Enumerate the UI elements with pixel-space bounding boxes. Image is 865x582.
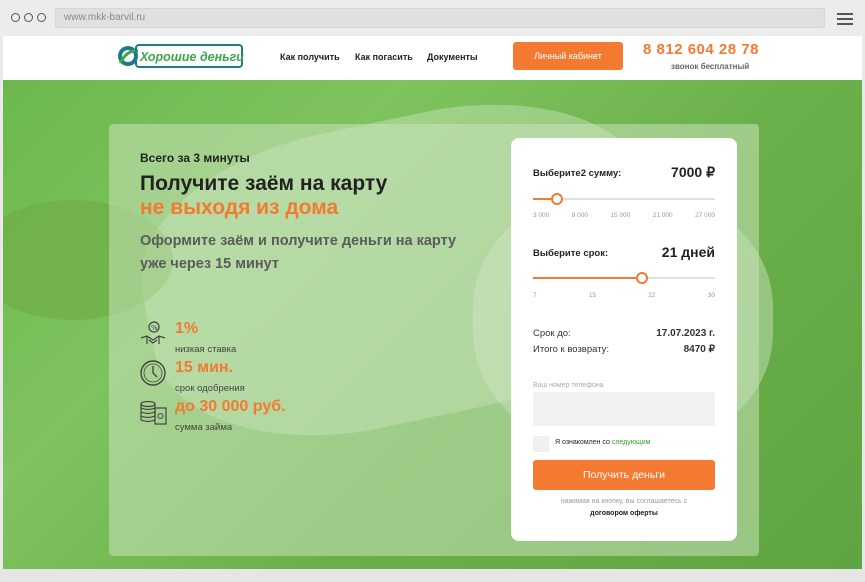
term-slider-fill (533, 277, 643, 279)
browser-bottom-bar (0, 569, 865, 582)
feature-label: сумма займа (175, 422, 233, 433)
consent-text: Я ознакомлен со (555, 439, 610, 446)
term-label: Выберите срок: (533, 248, 609, 259)
web-page: Хорошие деньги Как получить Как погасить… (3, 36, 862, 569)
address-bar[interactable]: www.mkk-barvil.ru (55, 8, 825, 28)
nav-how-to-get[interactable]: Как получить (280, 52, 340, 62)
phone-field-label: Ваш номер телефона (533, 382, 604, 389)
return-label: Итого к возврату: (533, 344, 610, 355)
feature-label: срок одобрения (175, 383, 245, 394)
term-slider[interactable] (533, 272, 715, 284)
personal-cabinet-button[interactable]: Личный кабинет (513, 42, 623, 70)
phone-note: звонок бесплатный (671, 62, 750, 71)
amount-value: 7000 ₽ (671, 164, 715, 180)
tick-label: 22 (648, 292, 656, 299)
money-stack-icon (140, 400, 167, 425)
amount-slider[interactable] (533, 193, 715, 205)
svg-text:Хорошие деньги: Хорошие деньги (139, 50, 244, 64)
feature-label: низкая ставка (175, 344, 237, 355)
hamburger-menu-icon[interactable] (837, 13, 853, 28)
feature-value: 1% (175, 320, 199, 337)
amount-ticks: 3 000 9 000 15 000 21 000 27 000 (533, 212, 715, 219)
nav-documents[interactable]: Документы (427, 52, 478, 62)
due-date-label: Срок до: (533, 328, 571, 339)
hero-subtitle: Всего за 3 минуты (140, 151, 250, 165)
nav-how-to-repay[interactable]: Как погасить (355, 52, 413, 62)
hero-title: Получите заём на карту (140, 172, 388, 195)
hero-title-accent: не выходя из дома (140, 196, 339, 219)
tick-label: 27 000 (695, 212, 715, 219)
tick-label: 21 000 (652, 212, 673, 219)
consent-label: Я ознакомлен со следующим (555, 439, 650, 446)
site-logo[interactable]: Хорошие деньги (116, 41, 246, 71)
window-dot[interactable] (11, 13, 20, 22)
get-money-button[interactable]: Получить деньги (533, 460, 715, 490)
offer-contract-link[interactable]: договором оферты (511, 510, 737, 517)
window-dot[interactable] (37, 13, 46, 22)
tick-label: 30 (707, 292, 715, 299)
due-date-value: 17.07.2023 г. (656, 328, 715, 339)
term-ticks: 7 15 22 30 (533, 292, 715, 299)
clock-icon (140, 360, 166, 386)
return-value: 8470 ₽ (683, 344, 715, 355)
consent-checkbox[interactable] (533, 436, 549, 452)
loan-calculator: Выберите2 сумму: 7000 ₽ 3 000 9 000 15 0… (511, 138, 737, 541)
consent-link[interactable]: следующим (612, 439, 651, 446)
tick-label: 3 000 (533, 212, 550, 219)
feature-value: 15 мин. (175, 359, 234, 376)
hero-lead: Оформите заём и получите деньги на карту… (140, 233, 457, 272)
phone-input[interactable] (533, 392, 715, 426)
amount-label: Выберите2 сумму: (533, 168, 622, 179)
window-controls (11, 13, 46, 22)
site-header: Хорошие деньги Как получить Как погасить… (3, 36, 862, 80)
handshake-percent-icon: % (140, 321, 166, 344)
amount-slider-handle[interactable] (550, 193, 563, 205)
browser-chrome: www.mkk-barvil.ru (0, 0, 865, 36)
phone-number[interactable]: 8 812 604 28 78 (643, 41, 759, 58)
tick-label: 15 000 (610, 212, 631, 219)
svg-text:%: % (151, 324, 158, 332)
tick-label: 9 000 (571, 212, 588, 219)
tick-label: 7 (533, 292, 537, 299)
term-value: 21 дней (661, 244, 715, 260)
agree-text: нажимая на кнопку, вы соглашаетесь с (560, 498, 688, 505)
tick-label: 15 (588, 292, 597, 299)
feature-value: до 30 000 руб. (175, 398, 286, 415)
window-dot[interactable] (24, 13, 33, 22)
term-slider-handle[interactable] (636, 272, 649, 284)
